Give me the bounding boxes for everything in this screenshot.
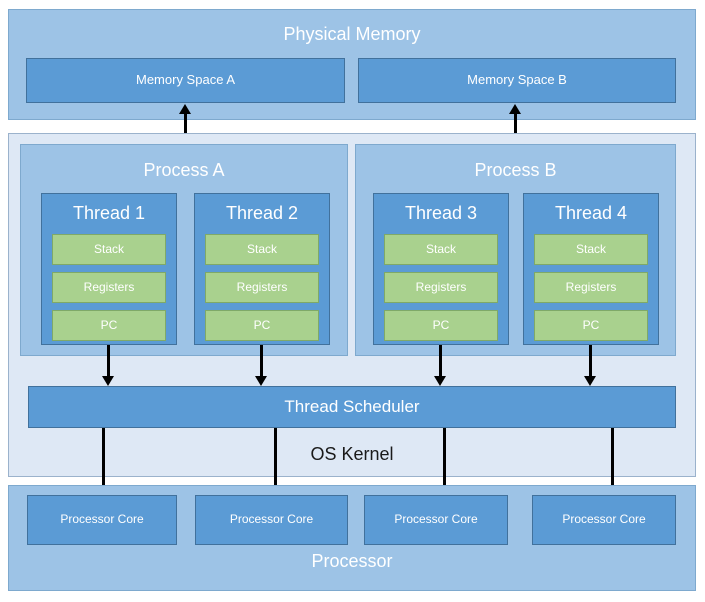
- arrow-thread-1-to-scheduler: [101, 345, 115, 386]
- thread-2-slot-registers: Registers: [205, 272, 319, 303]
- thread-3-registers-label: Registers: [415, 279, 467, 294]
- thread-4-registers-label: Registers: [565, 279, 617, 294]
- thread-4-stack-label: Stack: [575, 241, 606, 256]
- thread-3-pc-label: PC: [432, 317, 450, 332]
- arrow-thread-3-to-scheduler: [433, 345, 447, 386]
- memory-space-b-box: Memory Space B: [358, 58, 676, 103]
- processor-core-3-label: Processor Core: [394, 512, 478, 527]
- thread-3-slot-pc: PC: [384, 310, 498, 341]
- thread-scheduler-box: Thread Scheduler: [28, 386, 676, 428]
- process-a-title: Process A: [143, 160, 225, 180]
- processor-core-4-box: Processor Core: [532, 495, 676, 545]
- thread-2-registers-label: Registers: [236, 279, 288, 294]
- thread-1-stack-label: Stack: [93, 241, 124, 256]
- memory-space-b-label: Memory Space B: [467, 72, 567, 88]
- processor-core-4-label: Processor Core: [562, 512, 646, 527]
- process-b-title: Process B: [474, 160, 557, 180]
- thread-3-slot-registers: Registers: [384, 272, 498, 303]
- thread-4-slot-stack: Stack: [534, 234, 648, 265]
- processor-core-3-box: Processor Core: [364, 495, 508, 545]
- thread-3-title: Thread 3: [404, 203, 478, 223]
- thread-2-stack-label: Stack: [246, 241, 277, 256]
- thread-1-slot-stack: Stack: [52, 234, 166, 265]
- thread-2-title: Thread 2: [225, 203, 299, 223]
- thread-scheduler-label: Thread Scheduler: [284, 396, 420, 416]
- os-kernel-title: OS Kernel: [310, 444, 394, 464]
- thread-process-architecture-diagram: Physical Memory Memory Space A Memory Sp…: [0, 0, 705, 602]
- thread-1-slot-pc: PC: [52, 310, 166, 341]
- thread-4-slot-registers: Registers: [534, 272, 648, 303]
- processor-core-1-box: Processor Core: [27, 495, 177, 545]
- processor-core-2-box: Processor Core: [195, 495, 348, 545]
- thread-2-pc-label: PC: [253, 317, 271, 332]
- thread-3-stack-label: Stack: [425, 241, 456, 256]
- thread-2-slot-stack: Stack: [205, 234, 319, 265]
- thread-1-registers-label: Registers: [83, 279, 135, 294]
- memory-space-a-label: Memory Space A: [136, 72, 235, 88]
- processor-title: Processor: [311, 551, 393, 571]
- processor-core-2-label: Processor Core: [229, 512, 314, 527]
- thread-4-pc-label: PC: [582, 317, 600, 332]
- physical-memory-title: Physical Memory: [283, 24, 421, 44]
- arrow-thread-2-to-scheduler: [254, 345, 268, 386]
- thread-2-slot-pc: PC: [205, 310, 319, 341]
- arrow-thread-4-to-scheduler: [583, 345, 597, 386]
- thread-4-slot-pc: PC: [534, 310, 648, 341]
- thread-1-title: Thread 1: [72, 203, 146, 223]
- thread-4-title: Thread 4: [554, 203, 628, 223]
- thread-1-slot-registers: Registers: [52, 272, 166, 303]
- processor-core-1-label: Processor Core: [60, 512, 144, 527]
- thread-3-slot-stack: Stack: [384, 234, 498, 265]
- thread-1-pc-label: PC: [100, 317, 118, 332]
- memory-space-a-box: Memory Space A: [26, 58, 345, 103]
